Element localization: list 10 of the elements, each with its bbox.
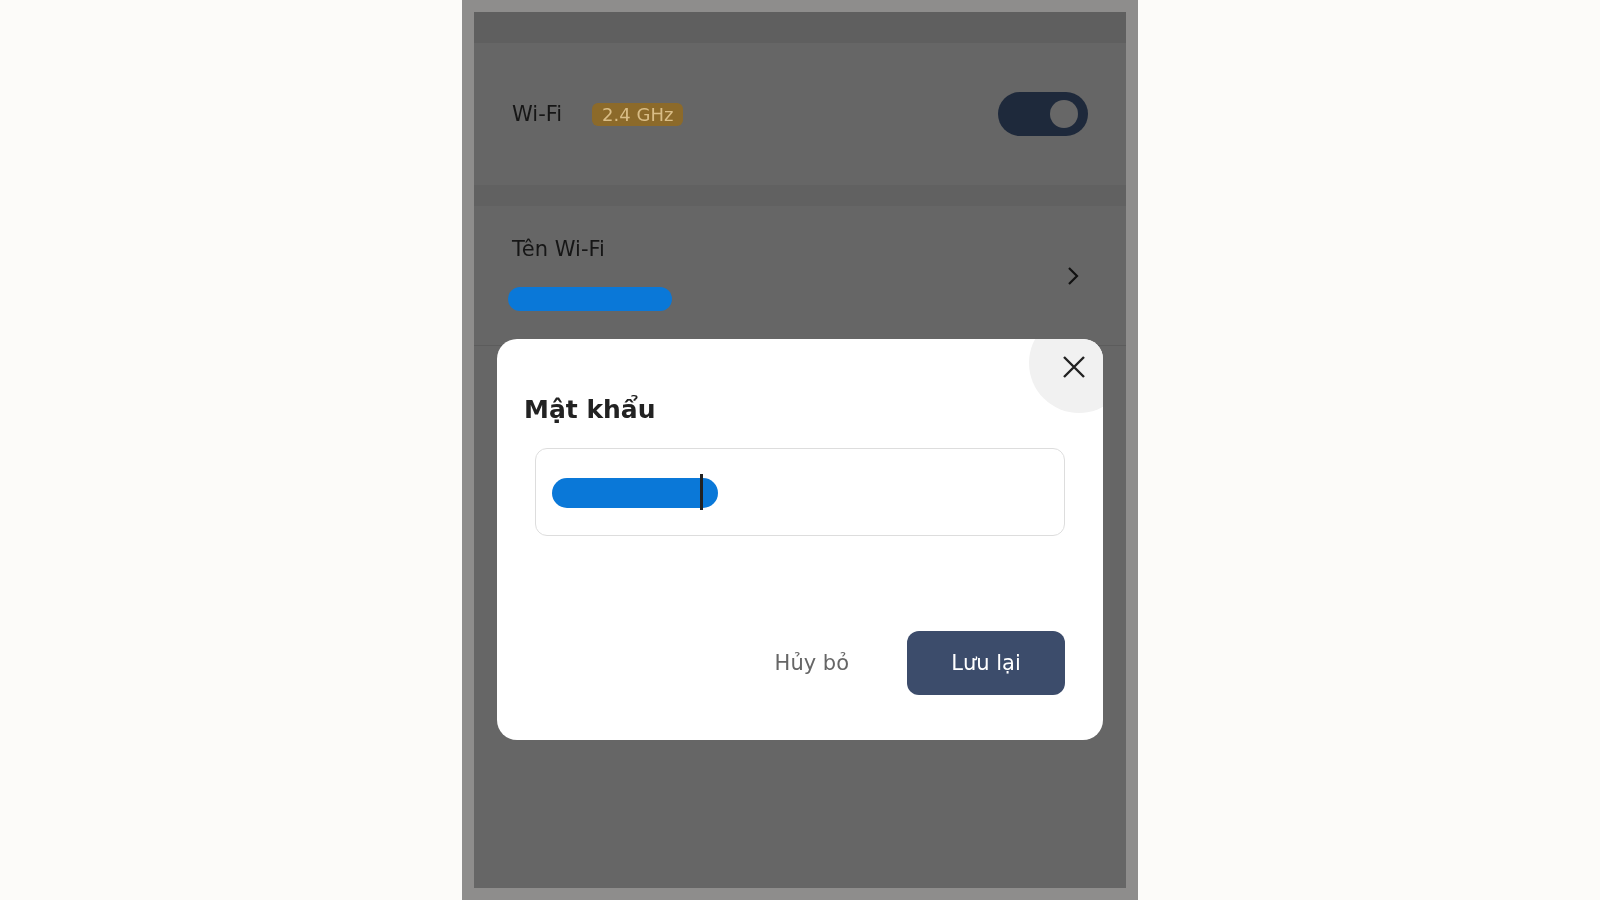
wifi-toggle[interactable] <box>998 92 1088 136</box>
wifi-label: Wi-Fi <box>512 102 563 126</box>
close-icon <box>1061 354 1087 380</box>
save-button[interactable]: Lưu lại <box>907 631 1065 695</box>
band-badge: 2.4 GHz <box>592 102 684 126</box>
password-field[interactable] <box>535 448 1065 536</box>
dialog-title: Mật khẩu <box>524 395 657 424</box>
cancel-button[interactable]: Hủy bỏ <box>774 651 849 675</box>
wifi-name-label: Tên Wi-Fi <box>512 236 606 261</box>
chevron-right-icon[interactable] <box>1066 264 1080 287</box>
